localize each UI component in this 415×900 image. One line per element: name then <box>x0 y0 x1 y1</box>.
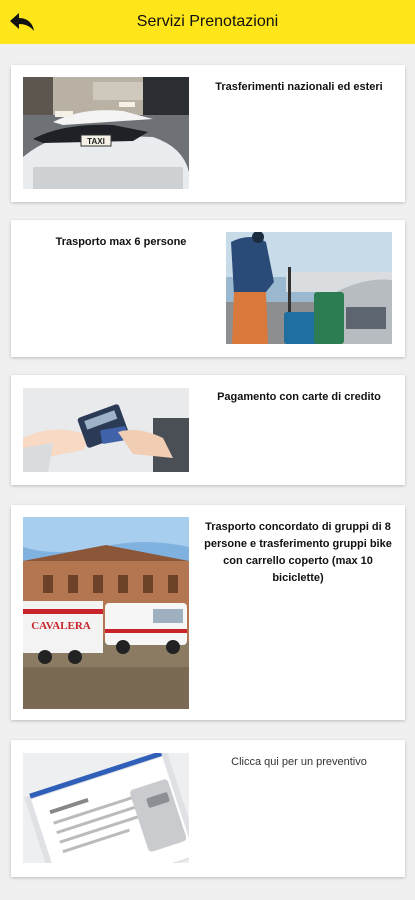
quote-clipboard-photo <box>23 753 189 863</box>
page-title: Servizi Prenotazioni <box>136 13 279 30</box>
service-card-transfers[interactable]: TAXI Trasferimenti nazionali ed esteri <box>11 65 405 202</box>
service-card-quote[interactable]: Clicca qui per un preventivo <box>11 740 405 877</box>
card-caption: Trasporto concordato di gruppi di 8 pers… <box>204 521 392 584</box>
service-card-payment[interactable]: Pagamento con carte di credito <box>11 375 405 485</box>
van-logo-text: CAVALERA <box>31 620 91 632</box>
traveler-with-luggage-photo <box>226 232 392 344</box>
service-card-groups[interactable]: CAVALERA Trasporto concordato di gruppi … <box>11 505 405 720</box>
quote-link[interactable]: Clicca qui per un preventivo <box>201 754 397 771</box>
service-card-max-6[interactable]: Trasporto max 6 persone <box>11 220 405 357</box>
card-caption: Pagamento con carte di credito <box>217 391 381 403</box>
svg-text:TAXI: TAXI <box>87 137 105 146</box>
app-bar: Servizi Prenotazioni <box>0 0 415 44</box>
card-caption: Trasporto max 6 persone <box>55 236 187 248</box>
vans-with-trailer-photo: CAVALERA <box>23 517 189 709</box>
card-caption: Trasferimenti nazionali ed esteri <box>215 81 383 93</box>
card-payment-terminal-photo <box>23 388 189 472</box>
taxi-rank-photo: TAXI <box>23 77 189 189</box>
